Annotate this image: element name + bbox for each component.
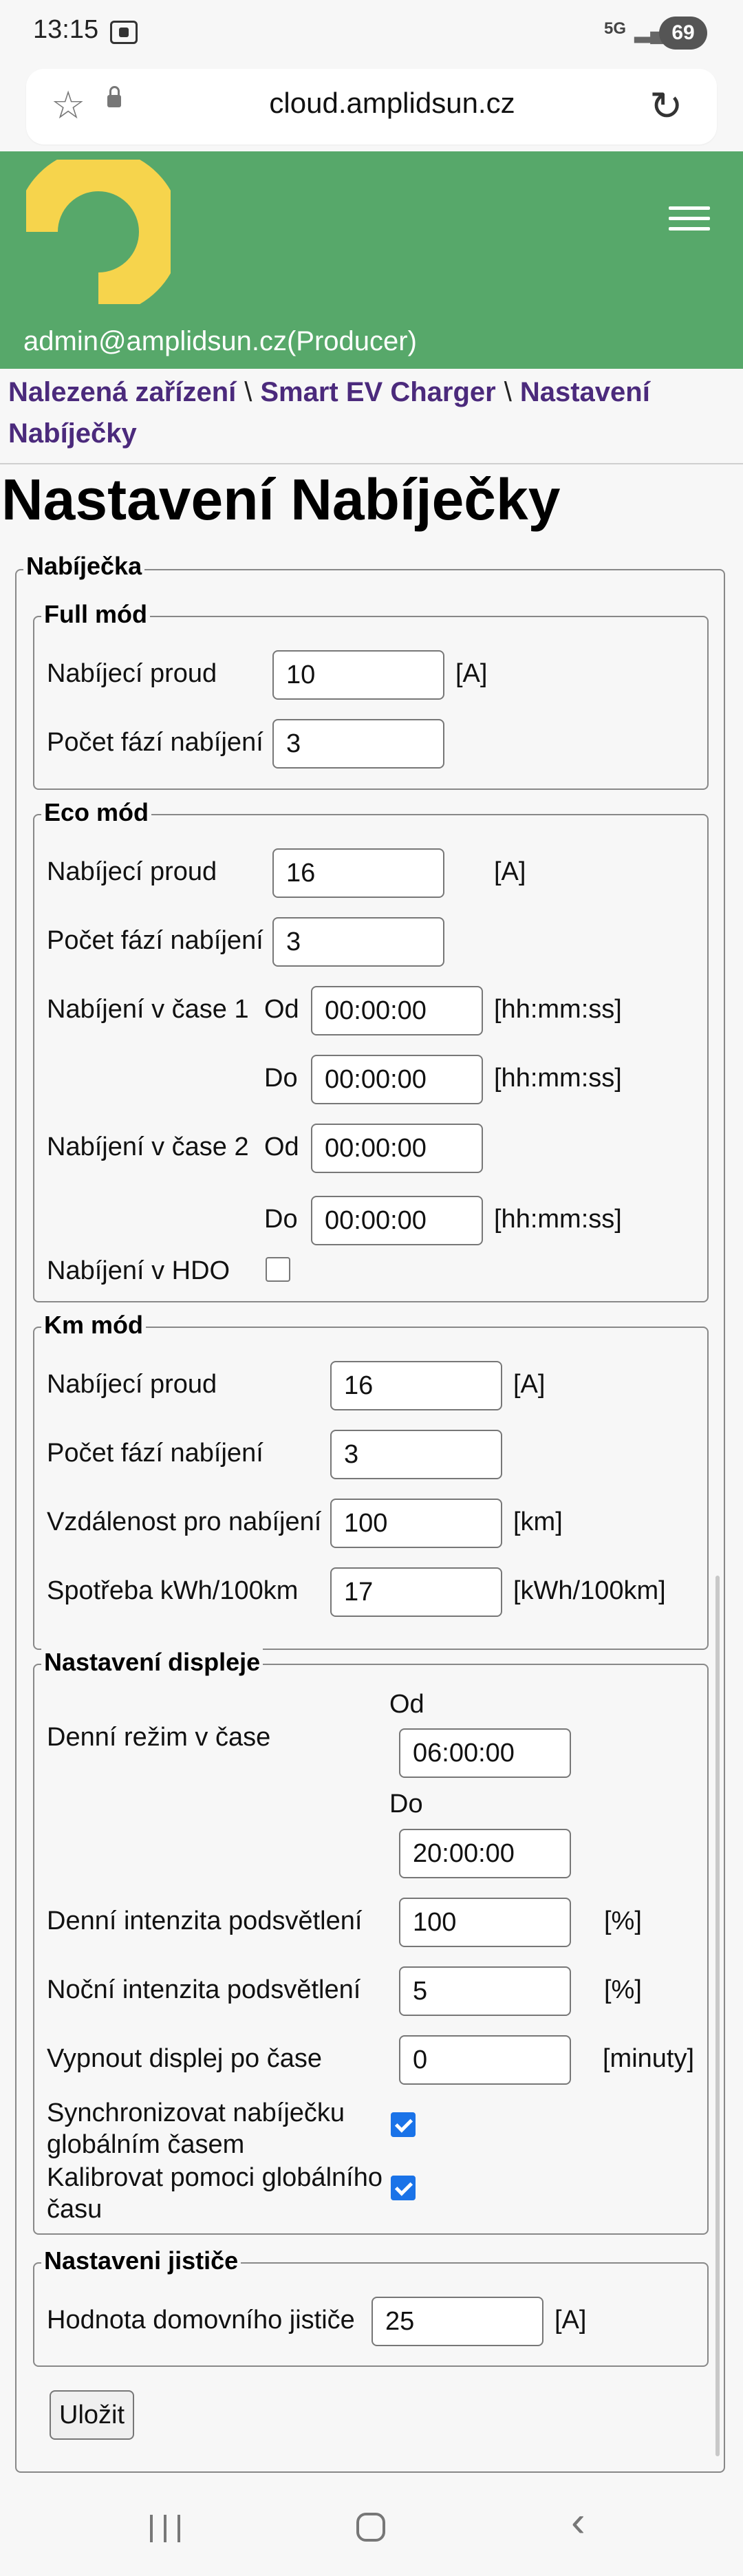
sync-label-line: Synchronizovat nabíječku bbox=[47, 2099, 345, 2127]
eco-current-label: Nabíjecí proud bbox=[47, 857, 217, 886]
day-intensity-label: Denní intenzita podsvětlení bbox=[47, 1907, 363, 1935]
display-to-label: Do bbox=[389, 1790, 423, 1818]
url-text[interactable]: cloud.amplidsun.cz bbox=[172, 87, 612, 120]
full-mode-legend: Full mód bbox=[41, 600, 150, 629]
night-intensity-unit: [%] bbox=[604, 1975, 642, 2004]
full-phases-label: Počet fází nabíjení bbox=[47, 728, 263, 757]
breaker-label: Hodnota domovního jističe bbox=[47, 2306, 355, 2334]
eco-time1-to-label: Do bbox=[264, 1064, 298, 1093]
km-mode-legend: Km mód bbox=[41, 1311, 146, 1340]
display-to-input[interactable] bbox=[399, 1829, 571, 1878]
display-off-label: Vypnout displej po čase bbox=[47, 2044, 322, 2073]
breadcrumb-link-charger[interactable]: Smart EV Charger bbox=[260, 377, 495, 407]
back-icon[interactable]: ‹ bbox=[571, 2498, 585, 2546]
display-legend: Nastavení displeje bbox=[41, 1648, 263, 1677]
night-intensity-input[interactable] bbox=[399, 1966, 571, 2016]
eco-phases-input[interactable] bbox=[272, 917, 444, 967]
breaker-input[interactable] bbox=[372, 2297, 543, 2346]
breaker-legend: Nastaveni jističe bbox=[41, 2246, 241, 2275]
calib-label: Kalibrovat pomoci globálního času bbox=[47, 2162, 383, 2225]
eco-mode-legend: Eco mód bbox=[41, 798, 152, 827]
eco-hdo-checkbox[interactable] bbox=[266, 1257, 290, 1282]
day-intensity-unit: [%] bbox=[604, 1907, 642, 1935]
km-phases-input[interactable] bbox=[330, 1430, 502, 1479]
km-current-input[interactable] bbox=[330, 1361, 502, 1410]
display-day-mode-label: Denní režim v čase bbox=[47, 1723, 271, 1752]
eco-current-input[interactable] bbox=[272, 848, 444, 898]
sync-label-line: globálním časem bbox=[47, 2130, 245, 2159]
km-consumption-unit: [kWh/100km] bbox=[513, 1576, 666, 1605]
sync-label: Synchronizovat nabíječku globálním časem bbox=[47, 2097, 345, 2160]
breadcrumb-separator: \ bbox=[504, 377, 512, 407]
user-label: admin@amplidsun.cz(Producer) bbox=[23, 326, 417, 356]
eco-time2-from-input[interactable] bbox=[311, 1124, 483, 1173]
km-phases-label: Počet fází nabíjení bbox=[47, 1439, 263, 1468]
status-time: 13:15 bbox=[33, 15, 99, 44]
night-intensity-label: Noční intenzita podsvětlení bbox=[47, 1975, 361, 2004]
breadcrumb-link-devices[interactable]: Nalezená zařízení bbox=[8, 377, 236, 407]
site-logo[interactable] bbox=[26, 160, 171, 304]
km-distance-label: Vzdálenost pro nabíjení bbox=[47, 1507, 322, 1536]
eco-phases-label: Počet fází nabíjení bbox=[47, 926, 263, 955]
eco-time1-from-input[interactable] bbox=[311, 986, 483, 1035]
display-off-input[interactable] bbox=[399, 2035, 571, 2085]
breadcrumb-separator: \ bbox=[244, 377, 252, 407]
eco-time1-to-input[interactable] bbox=[311, 1055, 483, 1104]
star-icon[interactable]: ☆ bbox=[51, 83, 85, 128]
full-current-unit: [A] bbox=[455, 659, 488, 688]
home-icon[interactable] bbox=[356, 2513, 385, 2542]
calib-label-line: Kalibrovat pomoci globálního bbox=[47, 2163, 383, 2192]
scrollbar[interactable] bbox=[715, 1576, 720, 2456]
eco-time1-from-unit: [hh:mm:ss] bbox=[494, 995, 622, 1024]
breadcrumb: Nalezená zařízení \ Smart EV Charger \ Nasta… bbox=[8, 372, 737, 454]
km-distance-input[interactable] bbox=[330, 1499, 502, 1548]
km-distance-unit: [km] bbox=[513, 1507, 563, 1536]
display-off-unit: [minuty] bbox=[603, 2044, 695, 2073]
eco-time2-to-unit: [hh:mm:ss] bbox=[494, 1205, 622, 1234]
eco-time1-to-unit: [hh:mm:ss] bbox=[494, 1064, 622, 1093]
full-phases-input[interactable] bbox=[272, 719, 444, 769]
day-intensity-input[interactable] bbox=[399, 1898, 571, 1947]
charger-legend: Nabíječka bbox=[23, 552, 145, 581]
calib-label-line: času bbox=[47, 2195, 103, 2224]
page-title: Nastavení Nabíječky bbox=[1, 467, 561, 532]
km-consumption-label: Spotřeba kWh/100km bbox=[47, 1576, 299, 1605]
menu-icon[interactable] bbox=[669, 206, 710, 231]
eco-time1-label: Nabíjení v čase 1 bbox=[47, 995, 249, 1024]
full-current-label: Nabíjecí proud bbox=[47, 659, 217, 688]
display-from-input[interactable] bbox=[399, 1728, 571, 1778]
save-button[interactable]: Uložit bbox=[50, 2390, 135, 2440]
divider bbox=[0, 463, 743, 464]
eco-time2-to-label: Do bbox=[264, 1205, 298, 1234]
eco-current-unit: [A] bbox=[494, 857, 526, 886]
km-current-label: Nabíjecí proud bbox=[47, 1370, 217, 1399]
reload-icon[interactable]: ↻ bbox=[649, 83, 683, 129]
full-current-input[interactable] bbox=[272, 650, 444, 700]
eco-hdo-label: Nabíjení v HDO bbox=[47, 1256, 230, 1285]
lock-icon[interactable] bbox=[107, 86, 121, 107]
battery-indicator: 69 bbox=[659, 17, 707, 50]
eco-time2-from-label: Od bbox=[264, 1133, 299, 1161]
km-consumption-input[interactable] bbox=[330, 1567, 502, 1617]
sync-checkbox[interactable] bbox=[391, 2112, 416, 2137]
eco-time1-from-label: Od bbox=[264, 995, 299, 1024]
network-type-icon: 5G bbox=[604, 19, 627, 38]
screenshot-icon bbox=[110, 21, 138, 44]
display-from-label: Od bbox=[389, 1690, 424, 1719]
km-current-unit: [A] bbox=[513, 1370, 546, 1399]
eco-time2-label: Nabíjení v čase 2 bbox=[47, 1133, 249, 1161]
calib-checkbox[interactable] bbox=[391, 2176, 416, 2200]
recent-apps-icon[interactable] bbox=[150, 2515, 182, 2542]
breaker-unit: [A] bbox=[554, 2306, 587, 2334]
eco-time2-to-input[interactable] bbox=[311, 1196, 483, 1245]
